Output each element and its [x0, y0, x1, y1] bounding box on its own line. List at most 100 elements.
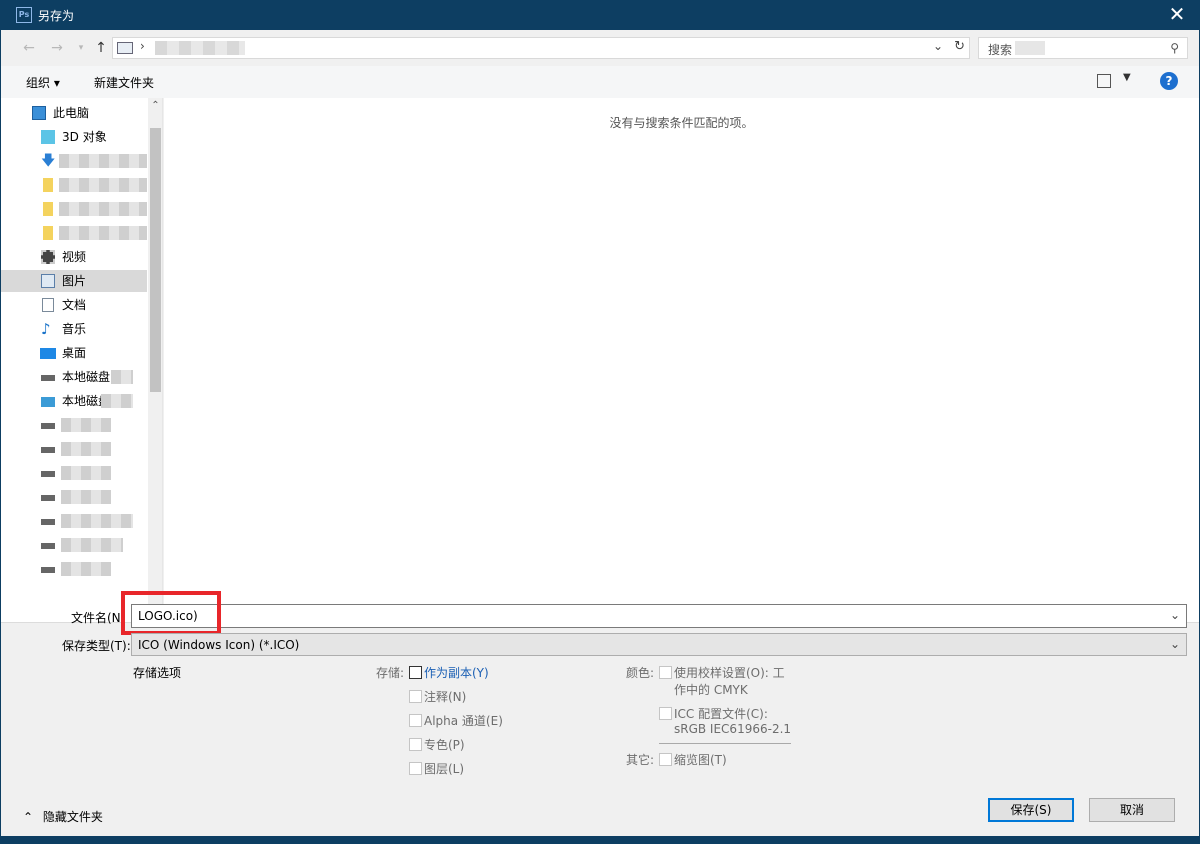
drive-icon — [41, 375, 55, 381]
chevron-down-icon[interactable]: ⌄ — [933, 39, 943, 53]
nav-label-redacted — [59, 202, 147, 216]
nav-label-redacted — [61, 490, 111, 504]
nav-item-pictures[interactable]: 图片 — [1, 270, 147, 292]
nav-label: 此电脑 — [53, 106, 90, 120]
cube-icon — [41, 130, 55, 144]
search-input[interactable]: 搜索 ⚲ — [978, 37, 1188, 59]
nav-label: 视频 — [62, 250, 87, 264]
up-arrow-icon[interactable]: ↑ — [91, 38, 111, 58]
video-icon — [41, 250, 55, 264]
back-arrow-icon[interactable]: ← — [19, 38, 39, 58]
nav-item-drive[interactable] — [1, 558, 147, 580]
spot-color-checkbox — [409, 738, 422, 751]
nav-label: 桌面 — [62, 346, 87, 360]
nav-label: 3D 对象 — [62, 130, 107, 144]
color-label: 颜色: — [626, 666, 655, 680]
nav-item-drive[interactable] — [1, 510, 147, 532]
nav-item-videos[interactable]: 视频 — [1, 246, 147, 268]
options-divider — [659, 743, 791, 744]
cancel-button[interactable]: 取消 — [1089, 798, 1175, 822]
save-label: 存储: — [376, 666, 405, 680]
chevron-down-icon[interactable]: ⌄ — [1170, 608, 1180, 622]
annotation-highlight-box — [121, 591, 221, 635]
drive-icon — [41, 495, 55, 501]
search-icon[interactable]: ⚲ — [1170, 41, 1179, 55]
help-icon[interactable]: ? — [1160, 72, 1178, 90]
refresh-icon[interactable]: ↻ — [954, 39, 965, 54]
new-folder-button[interactable]: 新建文件夹 — [94, 74, 154, 91]
save-as-dialog: Ps 另存为 ✕ ← → ▾ ↑ › ⌄ ↻ 搜索 ⚲ 组织 ▾ 新建文件夹 ▼… — [0, 0, 1200, 844]
view-options-icon[interactable] — [1097, 74, 1111, 88]
alpha-label: Alpha 通道(E) — [424, 714, 503, 728]
file-list-pane[interactable]: 没有与搜索条件匹配的项。 — [164, 98, 1199, 622]
nav-scrollbar[interactable]: ⌃ ⌄ — [148, 98, 162, 622]
nav-item-this-pc[interactable]: 此电脑 — [1, 102, 147, 124]
chevron-down-icon[interactable]: ⌄ — [1170, 637, 1180, 651]
nav-item-3d-objects[interactable]: 3D 对象 — [1, 126, 147, 148]
nav-item-downloads[interactable]: 🡇 — [1, 150, 147, 172]
nav-item-folder[interactable] — [1, 222, 147, 244]
nav-item-desktop[interactable]: 桌面 — [1, 342, 147, 364]
nav-item-drive[interactable] — [1, 438, 147, 460]
close-icon[interactable]: ✕ — [1154, 0, 1200, 30]
as-copy-checkbox[interactable] — [409, 666, 422, 679]
filename-label: 文件名(N: — [71, 611, 125, 625]
notes-checkbox — [409, 690, 422, 703]
nav-label-redacted — [61, 562, 111, 576]
organize-button[interactable]: 组织 ▾ — [26, 74, 60, 91]
drive-icon — [41, 543, 55, 549]
as-copy-label[interactable]: 作为副本(Y) — [424, 664, 489, 681]
icc-profile-label: ICC 配置文件(C): — [674, 707, 768, 721]
address-bar[interactable]: › ⌄ ↻ — [112, 37, 970, 59]
drive-icon — [41, 567, 55, 573]
nav-label: 本地磁盘 — [62, 370, 111, 384]
scroll-up-arrow-icon[interactable]: ⌃ — [148, 100, 162, 111]
hide-folders-toggle[interactable]: ⌃ 隐藏文件夹 — [23, 808, 103, 825]
hide-folders-label: 隐藏文件夹 — [42, 810, 103, 824]
filename-input[interactable]: LOGO.ico) ⌄ — [131, 604, 1187, 628]
filetype-value: ICO (Windows Icon) (*.ICO) — [138, 638, 300, 652]
navigation-pane: 此电脑 3D 对象 🡇 视频 图片 文档 ♪ 音乐 桌面 本地磁盘 本地磁盘 ⌃ — [1, 98, 163, 622]
filetype-select[interactable]: ICO (Windows Icon) (*.ICO) ⌄ — [131, 633, 1187, 656]
nav-item-drive[interactable] — [1, 414, 147, 436]
nav-item-drive[interactable] — [1, 534, 147, 556]
breadcrumb-path-redacted — [155, 41, 245, 55]
view-dropdown-icon[interactable]: ▼ — [1123, 72, 1131, 83]
nav-label: 文档 — [62, 298, 87, 312]
search-placeholder: 搜索 — [988, 43, 1013, 57]
network-drive-icon — [41, 397, 55, 407]
nav-label-redacted — [111, 370, 133, 384]
thumbnail-label: 缩览图(T) — [674, 753, 727, 767]
location-icon — [117, 42, 133, 54]
nav-item-music[interactable]: ♪ 音乐 — [1, 318, 147, 340]
nav-item-documents[interactable]: 文档 — [1, 294, 147, 316]
thumbnail-checkbox — [659, 753, 672, 766]
proof-setup-checkbox — [659, 666, 672, 679]
nav-item-folder[interactable] — [1, 198, 147, 220]
save-options-title: 存储选项 — [133, 666, 182, 680]
dialog-title: 另存为 — [38, 9, 75, 23]
dialog-body: ← → ▾ ↑ › ⌄ ↻ 搜索 ⚲ 组织 ▾ 新建文件夹 ▼ ? 此电脑 3D… — [1, 30, 1199, 836]
nav-item-drive[interactable] — [1, 462, 147, 484]
search-scope-redacted — [1015, 41, 1045, 55]
folder-icon — [43, 202, 53, 216]
icc-profile-checkbox — [659, 707, 672, 720]
nav-label-redacted — [61, 514, 133, 528]
nav-item-drive[interactable] — [1, 486, 147, 508]
desktop-icon — [40, 348, 56, 359]
recent-dropdown-icon[interactable]: ▾ — [71, 38, 91, 58]
proof-setup-label: 使用校样设置(O): 工 — [674, 666, 785, 680]
scrollbar-thumb[interactable] — [150, 128, 161, 392]
forward-arrow-icon[interactable]: → — [47, 38, 67, 58]
computer-icon — [32, 106, 46, 120]
nav-label-redacted — [61, 538, 123, 552]
spot-color-label: 专色(P) — [424, 738, 465, 752]
save-button[interactable]: 保存(S) — [988, 798, 1074, 822]
nav-item-local-disk[interactable]: 本地磁盘 — [1, 366, 147, 388]
icc-profile-value: sRGB IEC61966-2.1 — [674, 722, 792, 736]
breadcrumb-separator: › — [140, 39, 145, 53]
nav-item-folder[interactable] — [1, 174, 147, 196]
drive-icon — [41, 423, 55, 429]
notes-label: 注释(N) — [424, 690, 467, 704]
nav-item-local-disk[interactable]: 本地磁盘 — [1, 390, 147, 412]
